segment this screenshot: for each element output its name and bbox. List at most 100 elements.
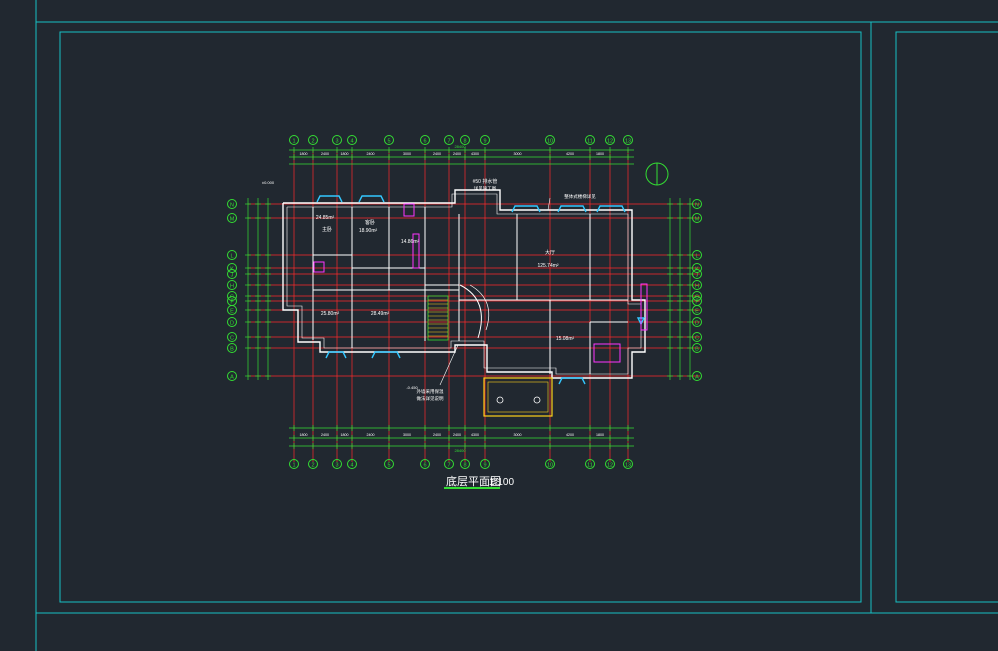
dim-text-top-2: 1800 [341,152,349,156]
porch-inner [487,381,549,413]
axis-bubble-bottom-13-label: 13 [625,463,631,469]
room-d-area: 25.80m² [321,311,340,317]
axis-bubble-top-10-label: 10 [547,139,553,145]
axis-bubble-left-N-label: N [230,203,234,209]
dim-text-top-1: 2400 [321,152,329,156]
axis-bubble-top-6-label: 6 [423,139,426,145]
room-f-area: 15.08m² [556,336,575,342]
dim-text-top-9: 4200 [566,152,574,156]
axis-bubble-top-4-label: 4 [350,139,353,145]
axis-bubble-bottom-11-label: 11 [587,463,593,469]
window-7 [558,377,586,385]
axis-bubble-right-L-label: L [695,254,698,260]
dim-text-bottom-6: 2400 [453,433,461,437]
axis-bubble-bottom-5-label: 5 [387,463,390,469]
exterior-wall-inner [286,193,642,375]
axis-bubble-top-13-label: 13 [625,139,631,145]
dim-text-top-4: 3000 [403,152,411,156]
drawing-title: 底层平面图 1:100 [444,474,514,489]
dim-text-top-7: 4300 [471,152,479,156]
axis-bubble-top-3-label: 3 [335,139,338,145]
axis-bubble-right-H-label: H [695,284,699,290]
dim-overall-bottom: 28400 [454,448,466,453]
curved-stair-outer [459,284,482,339]
axis-bubble-top-7-label: 7 [447,139,450,145]
porch-column-left [496,396,504,404]
room-b-name: 客卧 [365,219,375,226]
axis-bubble-right-J-label: J [696,273,699,279]
note-bottom: 外墙采用保温 [417,388,444,395]
hall-name: 大厅 [545,249,555,256]
axis-bubble-left-M-label: M [230,217,235,223]
cad-viewport[interactable]: 1122334455667788991010111112121313N NM ML L… [0,0,998,651]
dim-text-top-0: 1800 [300,152,308,156]
axis-bubble-bottom-9-label: 9 [483,463,486,469]
dim-text-top-6: 2400 [453,152,461,156]
axis-bubble-top-9-label: 9 [483,139,486,145]
dim-text-bottom-7: 4300 [471,433,479,437]
axis-bubble-bottom-1-label: 1 [292,463,295,469]
axis-bubble-top-5-label: 5 [387,139,390,145]
axis-bubble-bottom-3-label: 3 [335,463,338,469]
axis-bubble-left-L-label: L [230,254,233,260]
room-e-area: 28.49m² [371,311,390,317]
window-6 [371,351,401,359]
dim-text-top-3: 2400 [367,152,375,156]
dim-text-bottom-4: 3000 [403,433,411,437]
axis-bubble-bottom-4-label: 4 [350,463,353,469]
dim-text-top-5: 2400 [433,152,441,156]
window-4 [596,205,626,213]
stair-box [427,295,449,341]
axis-bubble-right-A-label: A [695,375,699,381]
note-top: #50 排水管 [473,178,498,185]
axis-bubble-right-D-label: D [695,321,699,327]
dim-text-bottom-5: 2400 [433,433,441,437]
magenta-bath [593,343,621,363]
window-5 [325,351,347,359]
window-3 [557,205,587,213]
floor-plan: 1122334455667788991010111112121313N NM ML L… [227,135,702,469]
axis-bubble-bottom-10-label: 10 [547,463,553,469]
dim-text-bottom-10: 1800 [596,433,604,437]
inner-border [59,31,862,603]
axis-bubble-left-J-label: J [231,273,234,279]
note-top-2: 详见施工图 [474,185,497,192]
dim-text-bottom-1: 2400 [321,433,329,437]
note-right: 整体式楼梯详见 [564,193,596,200]
level-mark-mid: -0.450 [406,385,418,390]
axis-bubble-left-C-label: C [230,336,234,342]
dim-text-bottom-2: 1800 [341,433,349,437]
dim-overall-top: 28400 [454,144,466,149]
porch-outer [483,377,553,417]
axis-bubble-bottom-2-label: 2 [311,463,314,469]
window-0 [316,195,343,203]
hall-area: 125.74m² [537,263,558,269]
axis-bubble-top-12-label: 12 [607,139,613,145]
axis-bubble-bottom-8-label: 8 [463,463,466,469]
dim-text-bottom-3: 2400 [367,433,375,437]
axis-bubble-top-11-label: 11 [587,139,593,145]
dim-text-bottom-8: 3000 [514,433,522,437]
level-mark-top: ±0.000 [262,180,275,185]
room-c-area: 14.86m² [401,239,420,245]
porch-column-right [533,396,541,404]
axis-bubble-right-M-label: M [695,217,700,223]
room-b-area: 18.90m² [359,228,378,234]
axis-bubble-top-2-label: 2 [311,139,314,145]
magenta-fixture [313,261,325,273]
dim-text-bottom-0: 1800 [300,433,308,437]
axis-bubble-left-H-label: H [230,284,234,290]
dim-text-bottom-9: 4200 [566,433,574,437]
axis-bubble-bottom-6-label: 6 [423,463,426,469]
drawing-frame [35,0,998,651]
dim-text-top-10: 1800 [596,152,604,156]
axis-bubble-right-E-label: E [695,309,699,315]
axis-bubble-right-B-label: B [695,347,699,353]
title-block-border [895,31,998,603]
axis-bubble-left-E-label: E [230,309,234,315]
axis-bubble-right-C-label: C [695,336,699,342]
room-a-area: 24.85m² [316,215,335,221]
window-2 [511,205,541,213]
axis-bubble-bottom-12-label: 12 [607,463,613,469]
axis-bubble-right-N-label: N [695,203,699,209]
